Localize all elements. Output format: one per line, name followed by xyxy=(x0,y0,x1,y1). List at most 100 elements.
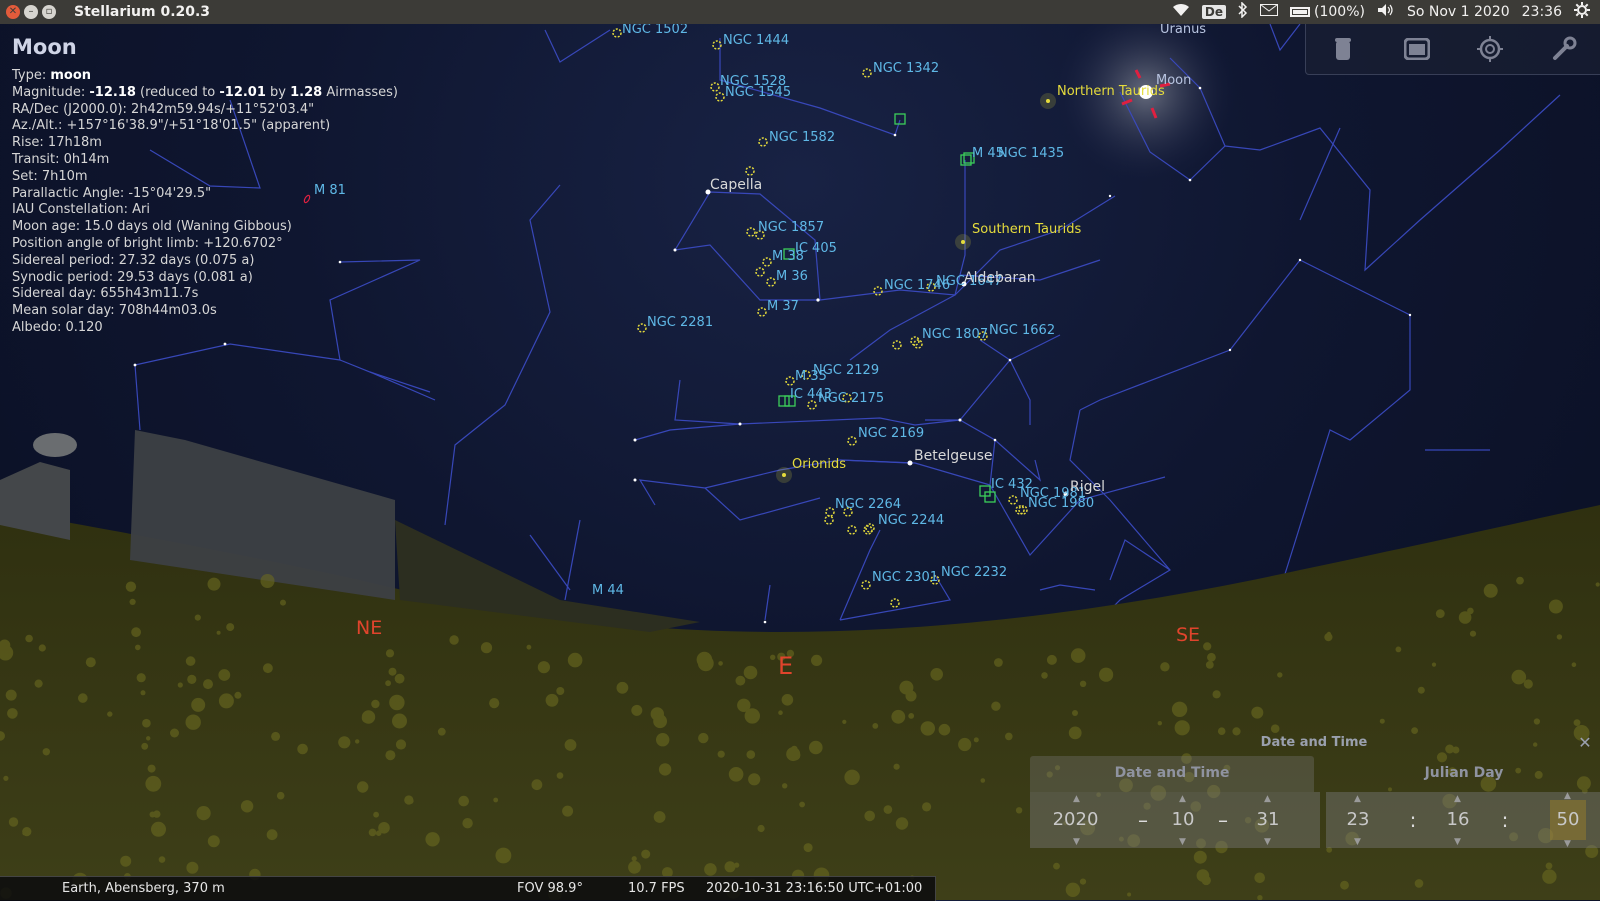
battery-indicator[interactable]: (100%) xyxy=(1290,4,1365,20)
minimize-window-button[interactable]: – xyxy=(24,5,38,19)
dso-label[interactable]: NGC 2175 xyxy=(818,391,884,406)
dso-cluster-marker[interactable] xyxy=(612,28,622,38)
dso-cluster-marker[interactable] xyxy=(745,166,755,176)
volume-icon[interactable] xyxy=(1377,3,1395,21)
star-label[interactable]: Aldebaran xyxy=(964,270,1036,286)
year-up-arrow-icon[interactable]: ▲ xyxy=(1073,795,1080,804)
dso-cluster-marker[interactable] xyxy=(1008,495,1018,505)
month-up-arrow-icon[interactable]: ▲ xyxy=(1179,795,1186,804)
bottom-status-bar[interactable]: Earth, Abensberg, 370 m FOV 98.9° 10.7 F… xyxy=(0,876,936,901)
dso-label[interactable]: NGC 2301 xyxy=(872,570,938,585)
dso-nebula-marker[interactable] xyxy=(778,395,790,407)
cardinal-point-label[interactable]: E xyxy=(778,652,793,680)
tab-date-and-time[interactable]: Date and Time xyxy=(1030,756,1314,792)
dso-label[interactable]: NGC 1435 xyxy=(998,146,1064,161)
datetime-status[interactable]: 2020-10-31 23:16:50 UTC+01:00 xyxy=(706,877,922,901)
second-down-arrow-icon[interactable]: ▼ xyxy=(1564,840,1571,849)
window-icon[interactable] xyxy=(1402,34,1432,64)
dso-label[interactable]: NGC 1980 xyxy=(1028,496,1094,511)
dso-cluster-marker[interactable] xyxy=(755,267,765,277)
location-status[interactable]: Earth, Abensberg, 370 m xyxy=(62,877,225,901)
star-label[interactable]: Rigel xyxy=(1070,479,1105,495)
dso-label[interactable]: NGC 1502 xyxy=(622,24,688,37)
hour-down-arrow-icon[interactable]: ▼ xyxy=(1354,838,1361,847)
target-icon[interactable] xyxy=(1475,34,1505,64)
cardinal-point-label[interactable]: NE xyxy=(356,617,382,639)
dso-cluster-marker[interactable] xyxy=(807,400,817,410)
dso-label[interactable]: NGC 2281 xyxy=(647,315,713,330)
dso-nebula-marker[interactable] xyxy=(894,113,906,125)
bluetooth-icon[interactable] xyxy=(1238,1,1248,22)
mail-icon[interactable] xyxy=(1260,4,1279,20)
dso-cluster-marker[interactable] xyxy=(762,257,772,267)
fov-status[interactable]: FOV 98.9° xyxy=(517,877,583,901)
dso-cluster-marker[interactable] xyxy=(865,523,875,533)
meteor-shower-label[interactable]: Orionids xyxy=(792,457,846,472)
dso-label[interactable]: M 44 xyxy=(592,583,624,598)
dso-cluster-marker[interactable] xyxy=(766,277,776,287)
dso-cluster-marker[interactable] xyxy=(710,82,720,92)
dso-label[interactable]: M 38 xyxy=(772,249,804,264)
dso-label[interactable]: NGC 1444 xyxy=(723,33,789,48)
year-down-arrow-icon[interactable]: ▼ xyxy=(1073,838,1080,847)
dso-cluster-marker[interactable] xyxy=(847,436,857,446)
meteor-shower-label[interactable]: Northern Taurids xyxy=(1057,84,1165,99)
second-spinbox[interactable]: 50 xyxy=(1550,800,1586,840)
dso-cluster-marker[interactable] xyxy=(890,598,900,608)
dso-cluster-marker[interactable] xyxy=(825,507,835,517)
dso-label[interactable]: NGC 1342 xyxy=(873,61,939,76)
minute-down-arrow-icon[interactable]: ▼ xyxy=(1454,838,1461,847)
dso-label[interactable]: NGC 1582 xyxy=(769,130,835,145)
dso-label[interactable]: NGC 2129 xyxy=(813,363,879,378)
dso-cluster-marker[interactable] xyxy=(715,92,725,102)
day-down-arrow-icon[interactable]: ▼ xyxy=(1264,838,1271,847)
day-up-arrow-icon[interactable]: ▲ xyxy=(1264,795,1271,804)
star-label[interactable]: Betelgeuse xyxy=(914,448,993,464)
dso-label[interactable]: NGC 1545 xyxy=(725,85,791,100)
dso-label[interactable]: M 36 xyxy=(776,269,808,284)
keyboard-layout-indicator[interactable]: De xyxy=(1201,5,1227,19)
star-label[interactable]: Capella xyxy=(710,177,762,193)
dso-label[interactable]: NGC 2169 xyxy=(858,426,924,441)
second-up-arrow-icon[interactable]: ▲ xyxy=(1564,792,1571,801)
dso-label[interactable]: NGC 1857 xyxy=(758,220,824,235)
info-line: Rise: 17h18m xyxy=(12,135,102,151)
dso-label[interactable]: NGC 1807 xyxy=(922,327,988,342)
dso-cluster-marker[interactable] xyxy=(892,340,902,350)
cardinal-point-label[interactable]: SE xyxy=(1176,624,1200,646)
dso-label[interactable]: M 37 xyxy=(767,299,799,314)
meteor-shower-label[interactable]: Southern Taurids xyxy=(972,222,1081,237)
dso-cluster-marker[interactable] xyxy=(913,339,923,349)
close-icon[interactable]: ✕ xyxy=(1576,732,1594,754)
dso-label[interactable]: NGC 1662 xyxy=(989,323,1055,338)
tab-julian-day[interactable]: Julian Day xyxy=(1330,756,1598,792)
planet-label[interactable]: Uranus xyxy=(1160,24,1206,37)
dso-cluster-marker[interactable] xyxy=(873,286,883,296)
dso-cluster-marker[interactable] xyxy=(758,137,768,147)
info-line: IAU Constellation: Ari xyxy=(12,202,150,218)
dso-cluster-marker[interactable] xyxy=(746,227,756,237)
gear-icon[interactable] xyxy=(1574,2,1590,22)
clock-time[interactable]: 23:36 xyxy=(1522,4,1562,20)
dso-label[interactable]: NGC 2244 xyxy=(878,513,944,528)
close-window-button[interactable]: ✕ xyxy=(6,5,20,19)
trash-icon[interactable] xyxy=(1328,34,1358,64)
hour-up-arrow-icon[interactable]: ▲ xyxy=(1354,795,1361,804)
dso-cluster-marker[interactable] xyxy=(862,68,872,78)
clock-date[interactable]: So Nov 1 2020 xyxy=(1407,4,1510,20)
dso-cluster-marker[interactable] xyxy=(861,580,871,590)
dso-cluster-marker[interactable] xyxy=(757,307,767,317)
wifi-icon[interactable] xyxy=(1172,3,1190,21)
dso-cluster-marker[interactable] xyxy=(847,525,857,535)
maximize-window-button[interactable]: ▫ xyxy=(42,5,56,19)
dso-cluster-marker[interactable] xyxy=(637,323,647,333)
dso-cluster-marker[interactable] xyxy=(824,515,834,525)
dso-label[interactable]: NGC 2264 xyxy=(835,497,901,512)
month-down-arrow-icon[interactable]: ▼ xyxy=(1179,838,1186,847)
dso-label[interactable]: NGC 2232 xyxy=(941,565,1007,580)
minute-up-arrow-icon[interactable]: ▲ xyxy=(1454,795,1461,804)
dialog-title[interactable]: Date and Time xyxy=(1028,732,1600,754)
dso-cluster-marker[interactable] xyxy=(863,525,873,535)
wrench-icon[interactable] xyxy=(1549,34,1579,64)
dso-cluster-marker[interactable] xyxy=(785,376,795,386)
